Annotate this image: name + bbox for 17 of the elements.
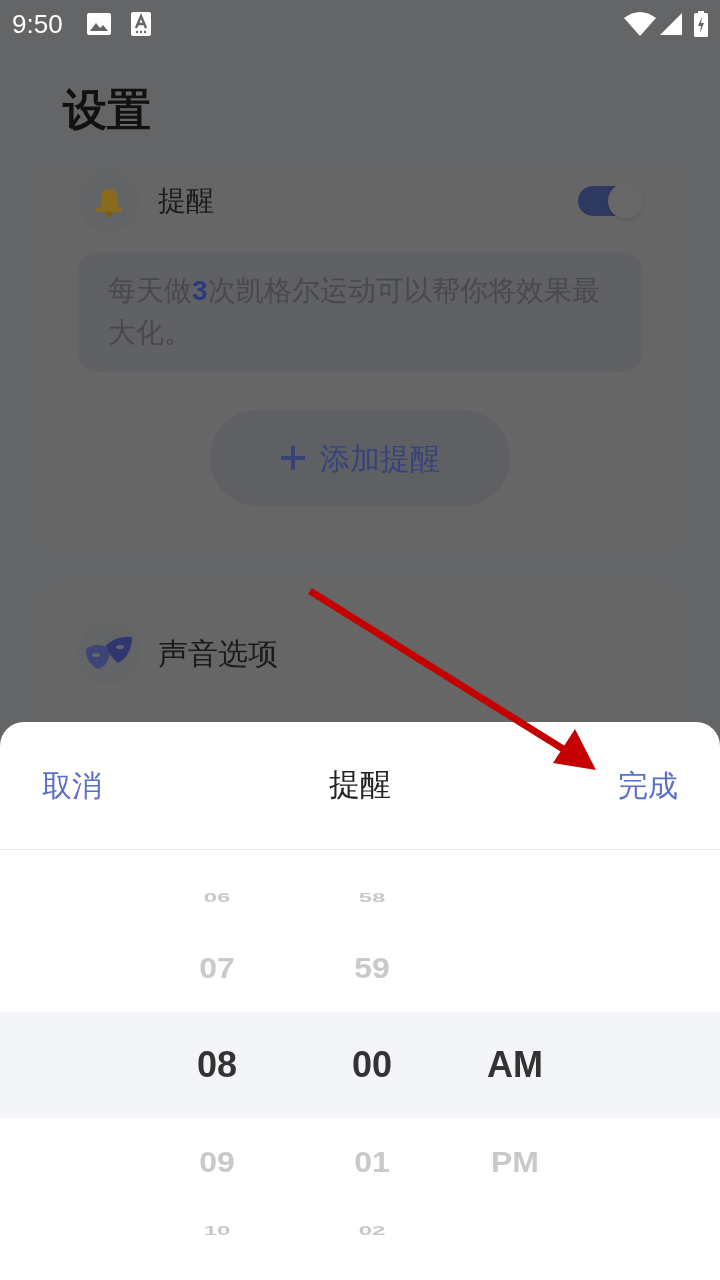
cancel-button[interactable]: 取消 (42, 763, 102, 808)
done-button[interactable]: 完成 (618, 763, 678, 808)
reminder-label: 提醒 (158, 184, 214, 218)
picker-option[interactable]: 08 (196, 1038, 237, 1092)
wifi-icon (624, 12, 656, 36)
plus-icon (280, 445, 306, 471)
reminder-toggle[interactable] (578, 186, 642, 216)
image-notification-icon (86, 13, 111, 35)
sound-options-label: 声音选项 (158, 635, 278, 672)
text-notification-icon (130, 12, 151, 36)
picker-option[interactable]: 00 (351, 1038, 392, 1092)
page-title: 设置 (63, 83, 151, 137)
battery-charging-icon (694, 11, 708, 37)
status-time: 9:50 (12, 7, 63, 41)
picker-option[interactable]: AM (487, 1038, 543, 1092)
sheet-title: 提醒 (329, 766, 391, 805)
signal-icon (660, 13, 682, 35)
